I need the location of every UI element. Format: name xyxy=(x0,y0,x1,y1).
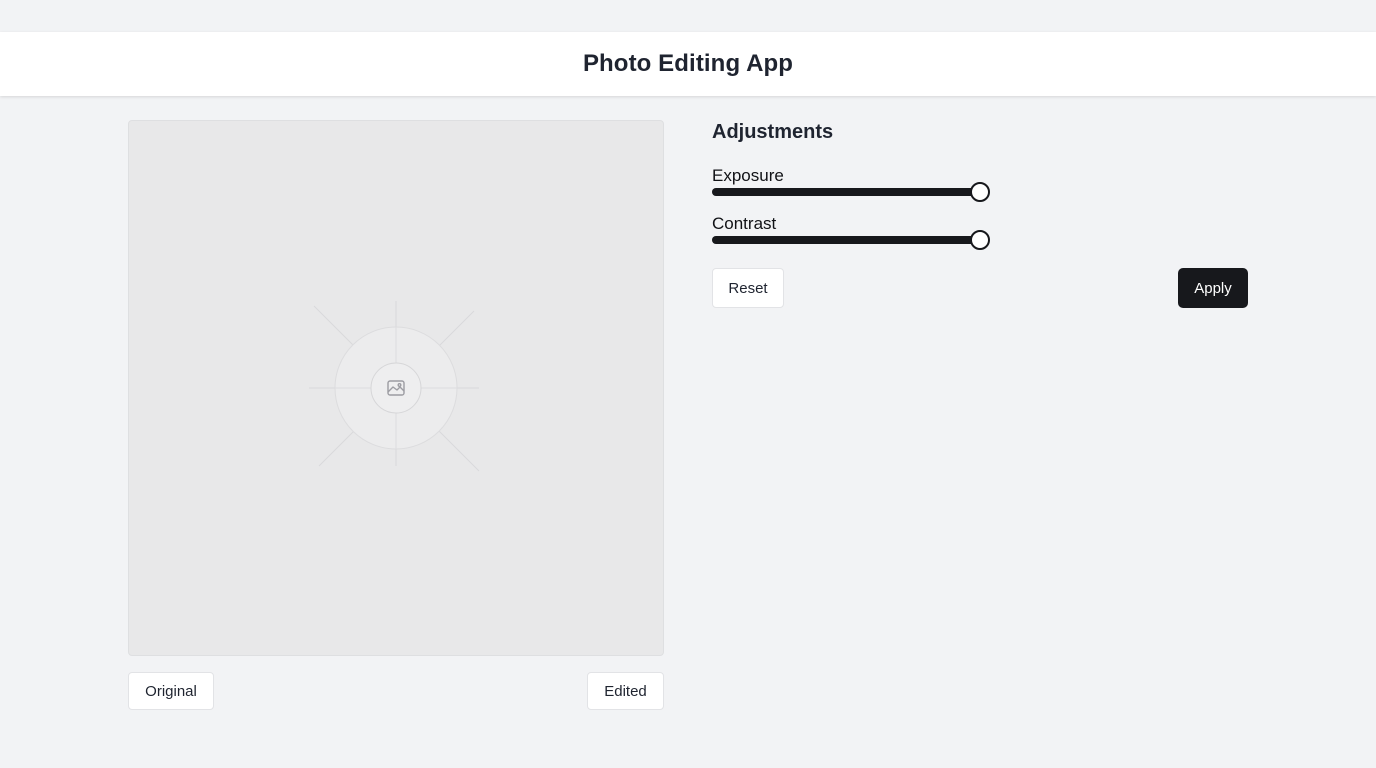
contrast-slider[interactable] xyxy=(712,230,990,250)
edited-view-button[interactable]: Edited xyxy=(587,672,664,710)
contrast-slider-track[interactable] xyxy=(712,236,980,244)
adjustments-title: Adjustments xyxy=(712,121,834,143)
app-header: Photo Editing App xyxy=(0,32,1376,96)
apply-button[interactable]: Apply xyxy=(1178,268,1248,308)
contrast-slider-fill xyxy=(712,236,980,244)
reset-button[interactable]: Reset xyxy=(712,268,784,308)
image-placeholder-icon xyxy=(309,301,480,472)
exposure-slider-thumb[interactable] xyxy=(970,182,990,202)
app-title: Photo Editing App xyxy=(582,50,794,77)
exposure-slider-track[interactable] xyxy=(712,188,980,196)
contrast-slider-thumb[interactable] xyxy=(970,230,990,250)
image-preview xyxy=(128,120,664,656)
original-view-button[interactable]: Original xyxy=(128,672,214,710)
exposure-slider[interactable] xyxy=(712,182,990,202)
exposure-slider-fill xyxy=(712,188,980,196)
